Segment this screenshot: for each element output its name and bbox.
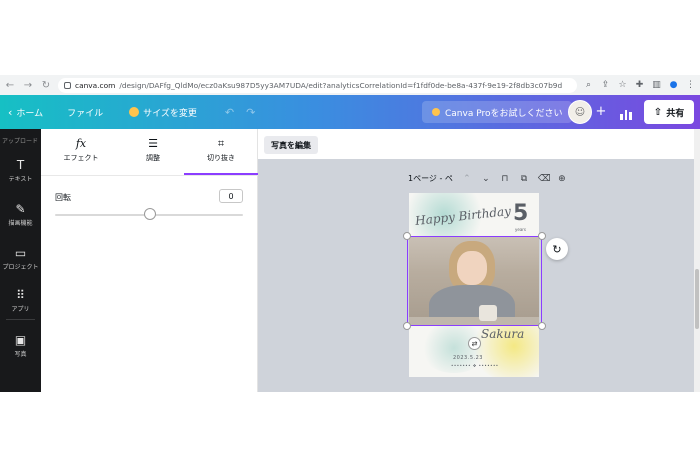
lock-icon[interactable]: ⊓: [500, 174, 510, 184]
selection-box[interactable]: [407, 236, 542, 326]
decorative-dots: ••••••• ❖ •••••••: [451, 363, 499, 368]
chevron-up-icon[interactable]: ⌃: [462, 174, 472, 184]
rail-item-label: 写真: [14, 351, 27, 358]
rail-item-text[interactable]: T テキスト: [0, 159, 41, 183]
chevron-left-icon: ‹: [8, 105, 13, 119]
forward-icon[interactable]: →: [22, 79, 34, 91]
context-toolbar: 写真を編集: [258, 129, 694, 159]
canvas-area: 写真を編集 1ページ - ペ ⌃ ⌄ ⊓ ⧉ ⌫ ⊕ Happy Birthda…: [258, 129, 694, 392]
crop-icon: ⌗: [217, 137, 225, 150]
folder-icon: ▭: [14, 246, 27, 260]
tab-divider: [41, 175, 258, 176]
trash-icon[interactable]: ⌫: [538, 174, 551, 184]
lock-icon: [64, 81, 71, 89]
resize-handle[interactable]: [403, 232, 411, 240]
years-text[interactable]: years: [515, 227, 526, 232]
tab-label: 切り抜き: [207, 154, 235, 162]
share-label: 共有: [666, 108, 685, 119]
resize-button[interactable]: サイズを変更: [121, 100, 205, 124]
pen-icon: ✎: [15, 202, 26, 216]
chevron-down-icon[interactable]: ⌄: [481, 174, 491, 184]
page-controls: 1ページ - ペ ⌃ ⌄ ⊓ ⧉ ⌫ ⊕: [408, 173, 567, 184]
tab-label: 調整: [146, 154, 160, 162]
scrollbar-thumb[interactable]: [695, 269, 699, 329]
home-label: ホーム: [16, 108, 44, 119]
duplicate-icon[interactable]: ⧉: [519, 174, 529, 184]
rotate-icon[interactable]: ↻: [546, 238, 568, 260]
undo-icon[interactable]: ↶: [219, 106, 240, 119]
try-pro-button[interactable]: Canva Proをお試しください: [422, 101, 573, 123]
rail-item-apps[interactable]: ⠿ アプリ: [0, 289, 41, 313]
sidebar-icon[interactable]: ▥: [651, 80, 662, 90]
edit-photo-panel: fx エフェクト ☰ 調整 ⌗ 切り抜き 回転 0: [41, 129, 258, 392]
pro-label: Canva Proをお試しください: [445, 108, 563, 119]
age-number[interactable]: 5: [513, 201, 528, 226]
resize-label: サイズを変更: [143, 108, 197, 119]
page-title[interactable]: 1ページ - ペ: [408, 173, 453, 184]
tab-effects[interactable]: fx エフェクト: [45, 137, 117, 163]
rail-item-photos[interactable]: ▣ 写真: [0, 334, 41, 358]
file-label: ファイル: [67, 108, 104, 119]
resize-handle[interactable]: [538, 322, 546, 330]
menu-dots-icon[interactable]: ⋮: [685, 80, 696, 90]
tab-label: エフェクト: [63, 154, 99, 162]
url-path: /design/DAFfg_QldMo/ecz0aKsu987D5yy3AM7U…: [119, 80, 563, 90]
date-text[interactable]: 2023.5.23: [453, 355, 483, 361]
tab-adjust[interactable]: ☰ 調整: [117, 137, 189, 163]
insights-chart-icon[interactable]: [618, 104, 634, 120]
rotation-input[interactable]: 0: [219, 189, 243, 203]
reload-icon[interactable]: ↻: [40, 79, 52, 91]
text-icon: T: [16, 158, 25, 172]
file-menu-button[interactable]: ファイル: [59, 100, 111, 124]
rail-item-label: アプリ: [11, 306, 30, 313]
add-member-icon[interactable]: +: [594, 105, 608, 119]
zoom-icon[interactable]: ⌕: [583, 80, 594, 90]
avatar[interactable]: ☺: [568, 100, 592, 124]
rail-item-draw[interactable]: ✎ 描画機能: [0, 203, 41, 227]
browser-toolbar: ← → ↻ canva.com/design/DAFfg_QldMo/ecz0a…: [0, 75, 700, 95]
apps-grid-icon: ⠿: [16, 288, 25, 302]
left-rail: アップロード T テキスト ✎ 描画機能 ▭ プロジェクト ⠿ アプリ ▣ 写真: [0, 129, 41, 392]
rotation-label: 回転: [55, 193, 71, 202]
rail-item-projects[interactable]: ▭ プロジェクト: [0, 247, 41, 271]
rail-uploads-label[interactable]: アップロード: [2, 136, 38, 145]
address-bar[interactable]: canva.com/design/DAFfg_QldMo/ecz0aKsu987…: [58, 77, 577, 93]
name-text[interactable]: Sakura: [481, 327, 524, 341]
upload-icon: ⇧: [653, 106, 663, 118]
bookmark-star-icon[interactable]: ☆: [617, 80, 628, 90]
swap-icon[interactable]: ⇄: [468, 337, 481, 350]
workspace: 1ページ - ペ ⌃ ⌄ ⊓ ⧉ ⌫ ⊕ Happy Birthday 5 ye…: [258, 159, 694, 392]
share-button[interactable]: ⇧ 共有: [644, 100, 694, 124]
profile-icon[interactable]: ●: [668, 80, 679, 90]
share-page-icon[interactable]: ⇪: [600, 80, 611, 90]
extensions-icon[interactable]: ✚: [634, 80, 645, 90]
fx-icon: fx: [75, 137, 87, 150]
rotation-slider-handle[interactable]: [144, 208, 156, 220]
sliders-icon: ☰: [148, 137, 158, 150]
tab-crop[interactable]: ⌗ 切り抜き: [185, 137, 257, 163]
resize-handle[interactable]: [538, 232, 546, 240]
back-icon[interactable]: ←: [4, 79, 16, 91]
resize-handle[interactable]: [403, 322, 411, 330]
editor-header: ‹ ホーム ファイル サイズを変更 ↶ ↷ Canva Proをお試しください …: [0, 95, 700, 129]
photo-icon: ▣: [14, 333, 27, 347]
rail-item-label: テキスト: [8, 176, 33, 183]
redo-icon[interactable]: ↷: [240, 106, 261, 119]
crown-icon: [129, 107, 140, 117]
add-page-icon[interactable]: ⊕: [557, 174, 567, 184]
crown-icon: [432, 108, 440, 116]
rail-item-label: プロジェクト: [2, 264, 39, 271]
app-frame: ← → ↻ canva.com/design/DAFfg_QldMo/ecz0a…: [0, 75, 700, 392]
rail-divider: [6, 319, 35, 320]
home-button[interactable]: ‹ ホーム: [0, 100, 51, 124]
url-host: canva.com: [75, 80, 116, 90]
scrollbar[interactable]: [694, 129, 700, 392]
rail-item-label: 描画機能: [8, 220, 33, 227]
edit-photo-button[interactable]: 写真を編集: [264, 136, 318, 154]
